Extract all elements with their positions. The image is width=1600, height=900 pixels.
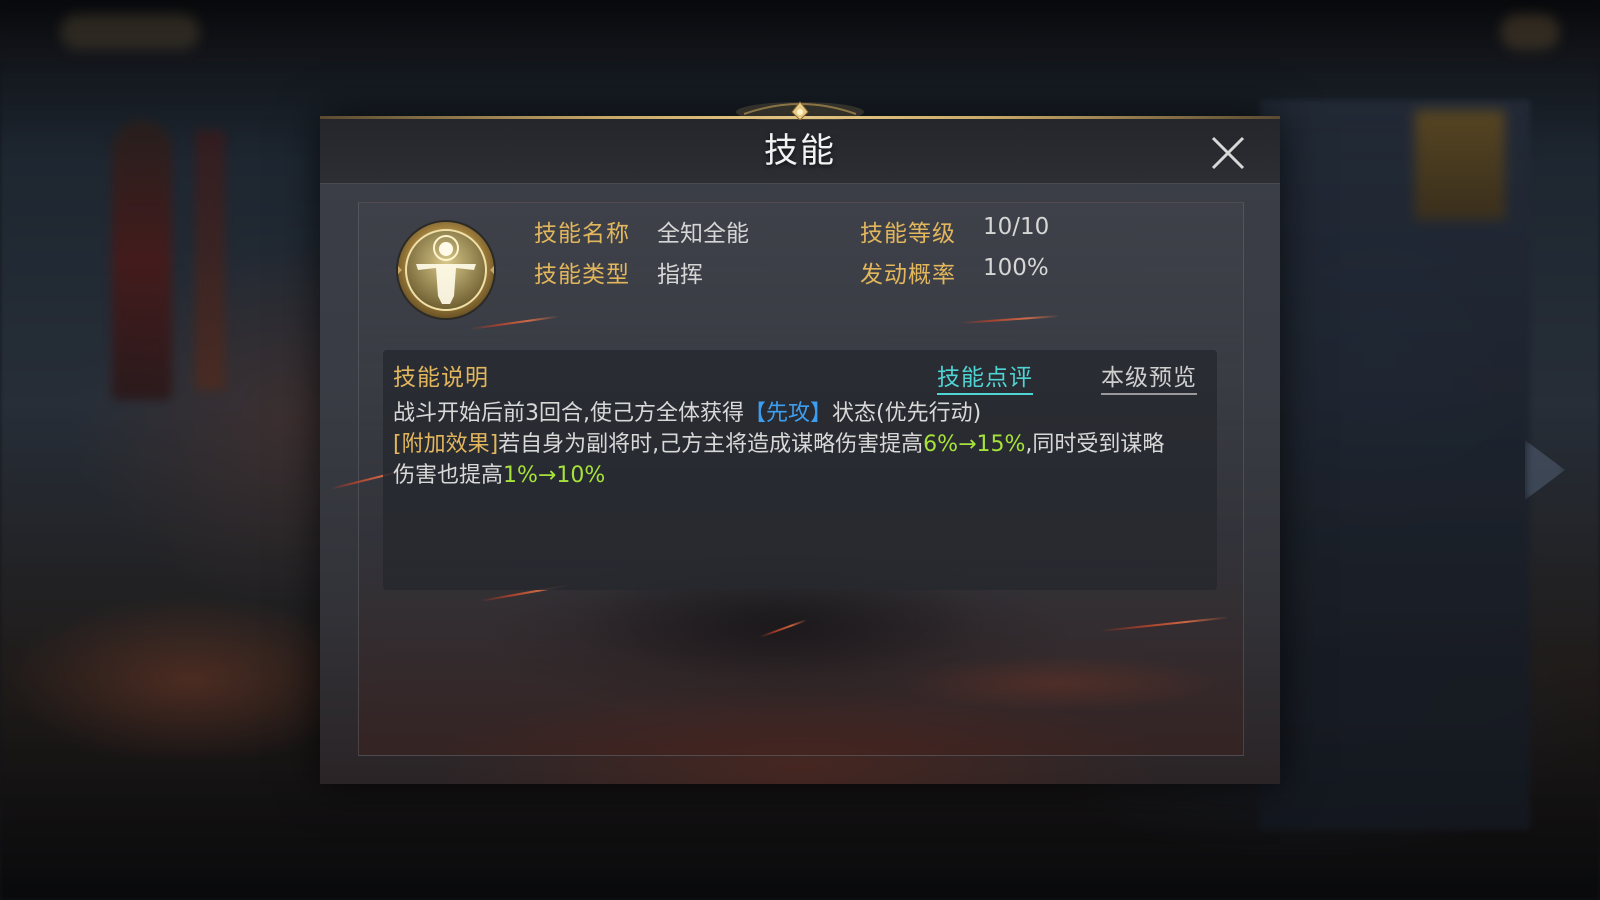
game-screen: 技能 技能名称 全知全能 技能等级 10/10 技能类型 指挥 发动概率 100… (0, 0, 1600, 900)
description-title: 技能说明 (393, 365, 489, 391)
skill-type-label: 技能类型 (534, 262, 630, 288)
trigger-chance-label: 发动概率 (860, 262, 956, 288)
close-button[interactable] (1208, 133, 1248, 173)
skill-level-value: 10/10 (983, 214, 1050, 240)
skill-name-label: 技能名称 (534, 221, 630, 247)
description-keyword: 【先攻】 (744, 401, 833, 426)
extra-effect-tag: [附加效果] (393, 432, 499, 457)
description-text: 战斗开始后前3回合,使己方全体获得【先攻】状态(优先行动) [附加效果]若自身为… (393, 398, 1183, 491)
skill-dialog: 技能 技能名称 全知全能 技能等级 10/10 技能类型 指挥 发动概率 100… (320, 101, 1280, 784)
skill-type-value: 指挥 (657, 262, 703, 288)
skill-description-panel: 技能说明 技能点评 本级预览 战斗开始后前3回合,使己方全体获得【先攻】状态(优… (383, 350, 1217, 590)
extra-effect-text: 若自身为副将时,己方主将造成谋略伤害提高 (498, 432, 924, 457)
description-line1-suffix: 状态(优先行动) (832, 401, 982, 426)
skill-name-value: 全知全能 (657, 221, 749, 247)
description-line1-prefix: 战斗开始后前3回合,使己方全体获得 (393, 401, 744, 426)
title-ornament-icon (736, 101, 864, 120)
tab-level-preview[interactable]: 本级预览 (1101, 358, 1197, 395)
tab-skill-review[interactable]: 技能点评 (937, 358, 1033, 395)
trigger-chance-value: 100% (983, 255, 1049, 281)
close-icon (1211, 136, 1245, 170)
dialog-title: 技能 (764, 131, 836, 171)
dialog-header: 技能 (320, 119, 1280, 184)
extra-effect-value-2: 1%→10% (503, 463, 606, 488)
extra-effect-value: 6%→15% (923, 432, 1026, 457)
skill-portrait-icon (396, 220, 496, 320)
skill-level-label: 技能等级 (860, 221, 956, 247)
